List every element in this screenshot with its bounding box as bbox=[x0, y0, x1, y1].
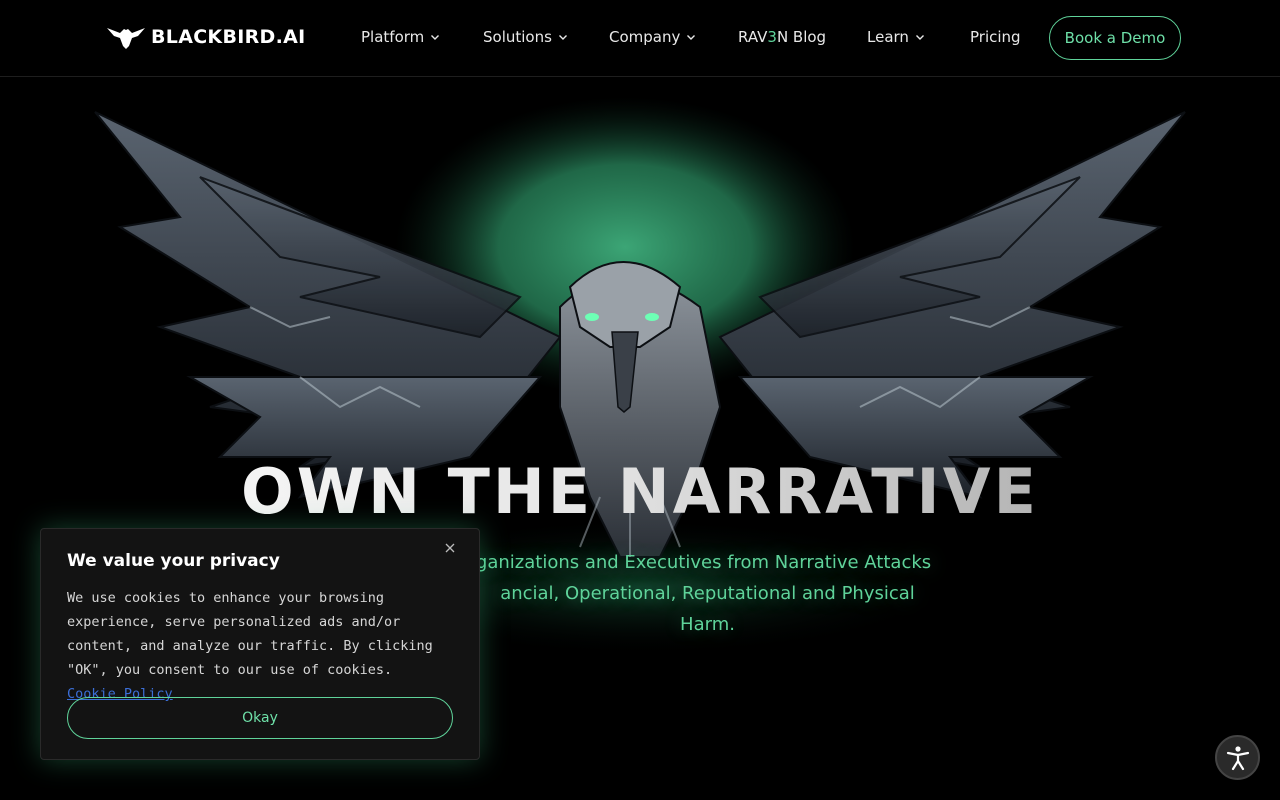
nav-company[interactable]: Company bbox=[609, 26, 696, 48]
chevron-down-icon bbox=[558, 35, 567, 40]
brand-logo[interactable]: BLACKBIRD.AI bbox=[107, 25, 306, 49]
page: BLACKBIRD.AI Platform Solutions Company … bbox=[0, 0, 1280, 800]
chevron-down-icon bbox=[687, 35, 696, 40]
accessibility-icon bbox=[1226, 745, 1249, 770]
nav-platform-label: Platform bbox=[361, 28, 425, 46]
cookie-title: We value your privacy bbox=[67, 551, 280, 571]
cookie-consent-panel: We value your privacy We use cookies to … bbox=[40, 528, 480, 760]
chevron-down-icon bbox=[431, 35, 440, 40]
cookie-body-text: We use cookies to enhance your browsing … bbox=[67, 590, 433, 678]
nav-platform[interactable]: Platform bbox=[361, 26, 440, 48]
blackbird-logo-icon bbox=[107, 28, 145, 49]
close-icon bbox=[445, 543, 455, 553]
chevron-down-icon bbox=[915, 35, 924, 40]
nav-pricing-label: Pricing bbox=[970, 28, 1021, 46]
nav-learn[interactable]: Learn bbox=[867, 26, 925, 48]
nav-blog[interactable]: RAV 3 N Blog bbox=[738, 26, 826, 48]
nav-blog-prefix: RAV bbox=[738, 28, 768, 46]
nav-blog-three: 3 bbox=[767, 28, 777, 46]
nav-solutions-label: Solutions bbox=[483, 28, 552, 46]
cookie-okay-button[interactable]: Okay bbox=[67, 697, 453, 739]
nav-company-label: Company bbox=[609, 28, 681, 46]
nav-pricing[interactable]: Pricing bbox=[970, 26, 1021, 48]
accessibility-button[interactable] bbox=[1215, 735, 1260, 780]
brand-name: BLACKBIRD.AI bbox=[151, 26, 306, 48]
cookie-body: We use cookies to enhance your browsing … bbox=[67, 586, 447, 706]
nav-learn-label: Learn bbox=[867, 28, 909, 46]
book-demo-button[interactable]: Book a Demo bbox=[1049, 16, 1181, 60]
nav-solutions[interactable]: Solutions bbox=[483, 26, 568, 48]
nav-blog-suffix: N Blog bbox=[776, 28, 827, 46]
cookie-close-button[interactable] bbox=[441, 539, 459, 557]
site-header: BLACKBIRD.AI Platform Solutions Company … bbox=[0, 0, 1280, 77]
hero-title: OWN THE NARRATIVE bbox=[0, 455, 1280, 528]
